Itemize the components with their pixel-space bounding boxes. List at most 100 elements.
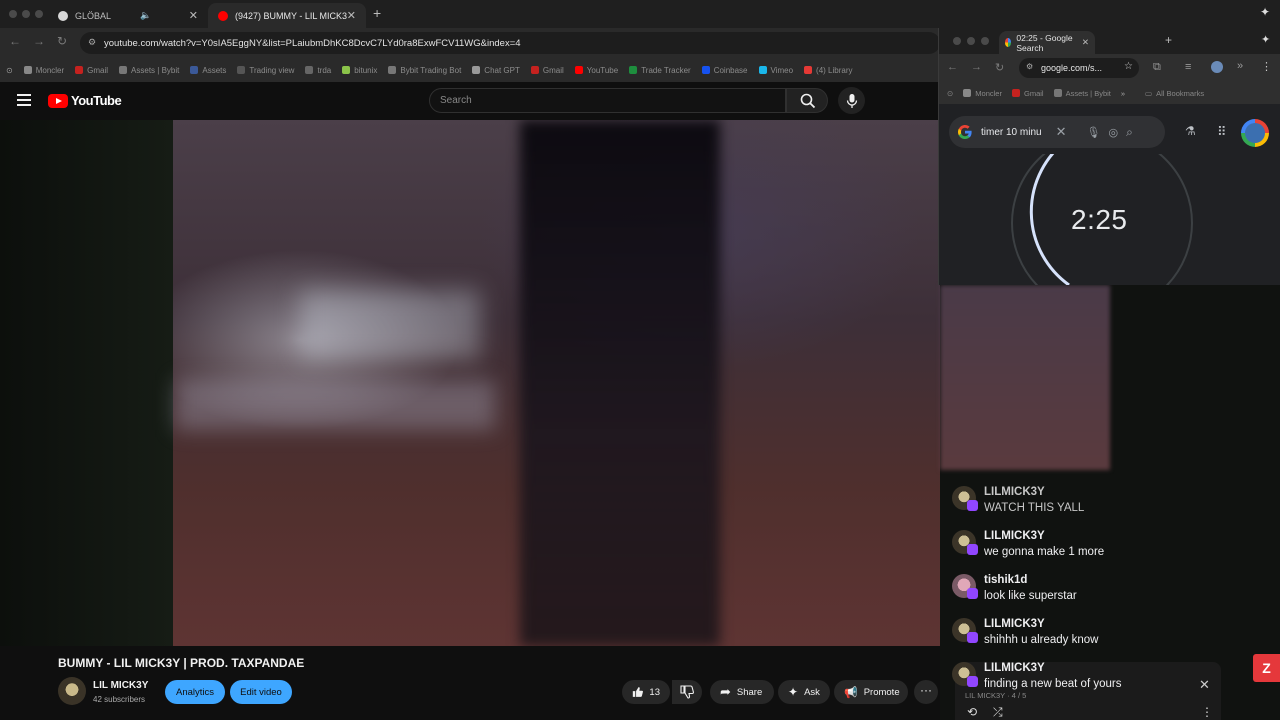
star-icon[interactable]: ☆: [1124, 61, 1133, 72]
all-bookmarks[interactable]: ▭ All Bookmarks: [1145, 89, 1204, 98]
tab-google-search[interactable]: 02:25 - Google Search ✕: [999, 31, 1095, 54]
google-search-box[interactable]: timer 10 minu ✕ 🎙 ◎ ⌕: [949, 116, 1165, 148]
menu-dots-icon[interactable]: ⋮: [1201, 705, 1213, 719]
dislike-button[interactable]: [672, 680, 702, 704]
bookmark-item[interactable]: trda: [305, 66, 331, 75]
close-icon[interactable]: ✕: [1199, 677, 1210, 693]
menu-icon[interactable]: [17, 94, 31, 106]
video-side-margin: [0, 120, 173, 646]
profile-icon[interactable]: [1211, 61, 1223, 73]
window-minimize-dot[interactable]: [22, 10, 30, 18]
window-maximize-dot[interactable]: [981, 37, 989, 45]
like-button[interactable]: 13: [622, 680, 670, 704]
search-input[interactable]: Search: [429, 88, 786, 113]
new-tab-button[interactable]: +: [1165, 33, 1172, 47]
youtube-logo[interactable]: YouTube: [48, 93, 122, 108]
close-icon[interactable]: ✕: [189, 9, 198, 22]
site-info-icon[interactable]: ⚙: [88, 37, 96, 48]
bookmark-item[interactable]: Gmail: [530, 66, 564, 75]
microphone-icon: [846, 94, 858, 108]
forward-icon[interactable]: →: [33, 34, 45, 48]
timer-display: 2:25: [1071, 204, 1128, 235]
apps-icon[interactable]: ⊙: [6, 66, 13, 75]
bookmark-item[interactable]: YouTube: [574, 66, 618, 75]
search-button[interactable]: [786, 88, 828, 113]
promote-button[interactable]: 📢 Promote: [834, 680, 908, 704]
apps-grid-icon[interactable]: ⠿: [1217, 124, 1227, 140]
site-info-icon[interactable]: ⚙: [1026, 62, 1033, 71]
reload-icon[interactable]: ↻: [995, 61, 1004, 74]
lens-icon[interactable]: ◎: [1108, 126, 1118, 139]
bookmark-item[interactable]: bitunix: [342, 66, 377, 75]
window-close-dot[interactable]: [9, 10, 17, 18]
search-icon: [800, 93, 816, 109]
url-field[interactable]: ⚙ youtube.com/watch?v=Y0sIA5EggNY&list=P…: [80, 32, 940, 54]
mini-player-subtitle: LIL MICK3Y · 4 / 5: [965, 691, 1027, 700]
more-actions-icon[interactable]: ···: [914, 680, 938, 704]
sparkle-icon[interactable]: ✦: [1260, 5, 1270, 19]
video-subject-silhouette: [520, 120, 720, 646]
google-account-avatar[interactable]: [1241, 119, 1269, 147]
bookmark-item[interactable]: Trade Tracker: [629, 66, 691, 75]
back-icon[interactable]: ←: [947, 61, 958, 73]
thumbs-up-icon: [632, 687, 643, 697]
window-maximize-dot[interactable]: [35, 10, 43, 18]
bookmark-item[interactable]: Moncler: [963, 89, 1002, 98]
extensions-icon[interactable]: ⧉: [1153, 61, 1161, 74]
channel-avatar[interactable]: [58, 677, 86, 705]
new-tab-button[interactable]: +: [373, 5, 381, 21]
channel-name[interactable]: LIL MICK3Y: [93, 680, 148, 691]
window-close-dot[interactable]: [953, 37, 961, 45]
share-button[interactable]: ➦ Share: [710, 680, 774, 704]
subscriber-count: 42 subscribers: [93, 695, 146, 704]
bookmark-item[interactable]: Trading view: [237, 66, 294, 75]
video-title: BUMMY - LIL MICK3Y | PROD. TAXPANDAE: [58, 656, 305, 670]
bookmark-item[interactable]: Assets | Bybit: [119, 66, 179, 75]
shuffle-icon[interactable]: ⤮: [993, 705, 1003, 720]
bookmark-item[interactable]: Vimeo: [758, 66, 793, 75]
voice-search-button[interactable]: [838, 87, 865, 114]
ask-button[interactable]: ✦ Ask: [778, 680, 830, 704]
bookmark-item[interactable]: Gmail: [75, 66, 108, 75]
reload-icon[interactable]: ↻: [57, 34, 67, 48]
back-icon[interactable]: ←: [9, 34, 21, 48]
bookmark-item[interactable]: Assets | Bybit: [1053, 89, 1111, 98]
sidebar-icon[interactable]: ≡: [1185, 61, 1191, 73]
tab-global[interactable]: GLÖBAL 🔈 ✕: [48, 3, 208, 28]
clear-icon[interactable]: ✕: [1056, 124, 1067, 140]
youtube-play-icon: [48, 93, 68, 108]
bookmark-item[interactable]: Bybit Trading Bot: [388, 66, 461, 75]
share-icon: ➦: [720, 684, 731, 699]
google-url-field[interactable]: ⚙ google.com/s... ☆: [1019, 58, 1139, 78]
browser-tab-bar: GLÖBAL 🔈 ✕ (9427) BUMMY - LIL MICK3Y ✕ +…: [0, 0, 1280, 28]
chevron-right-icon[interactable]: »: [1121, 89, 1125, 98]
menu-dots-icon[interactable]: ⋮: [1261, 60, 1272, 73]
bookmark-item[interactable]: Assets: [190, 66, 226, 75]
google-bookmarks-bar: ⊙ Moncler Gmail Assets | Bybit » ▭ All Bo…: [939, 82, 1280, 104]
timer-widget: 2:25: [939, 154, 1280, 285]
tab-youtube[interactable]: (9427) BUMMY - LIL MICK3Y ✕: [208, 3, 366, 28]
apps-icon[interactable]: ⊙: [947, 89, 953, 98]
window-minimize-dot[interactable]: [967, 37, 975, 45]
bookmark-item[interactable]: Gmail: [1011, 89, 1044, 98]
sparkle-icon[interactable]: ✦: [1261, 33, 1270, 46]
thumbs-down-icon: [680, 685, 694, 699]
labs-icon[interactable]: ⚗: [1185, 124, 1196, 138]
search-icon[interactable]: ⌕: [1126, 125, 1133, 140]
analytics-button[interactable]: Analytics: [165, 680, 225, 704]
forward-icon[interactable]: →: [971, 61, 982, 73]
edit-video-button[interactable]: Edit video: [230, 680, 292, 704]
bookmark-item[interactable]: Chat GPT: [472, 66, 520, 75]
extension-z-icon[interactable]: Z: [1253, 654, 1280, 682]
video-player[interactable]: [0, 120, 940, 646]
bookmark-item[interactable]: Coinbase: [701, 66, 748, 75]
microphone-icon[interactable]: 🎙: [1086, 126, 1100, 139]
chevron-right-icon[interactable]: »: [1237, 60, 1243, 72]
speaker-icon[interactable]: 🔈: [140, 10, 151, 21]
close-icon[interactable]: ✕: [347, 9, 356, 22]
bookmark-item[interactable]: Moncler: [23, 66, 64, 75]
google-search-window: 02:25 - Google Search ✕ + ✦ ← → ↻ ⚙ goog…: [938, 28, 1280, 285]
close-icon[interactable]: ✕: [1082, 37, 1089, 48]
bookmark-item[interactable]: (4) Library: [804, 66, 853, 75]
repeat-icon[interactable]: ⟲: [967, 705, 977, 719]
